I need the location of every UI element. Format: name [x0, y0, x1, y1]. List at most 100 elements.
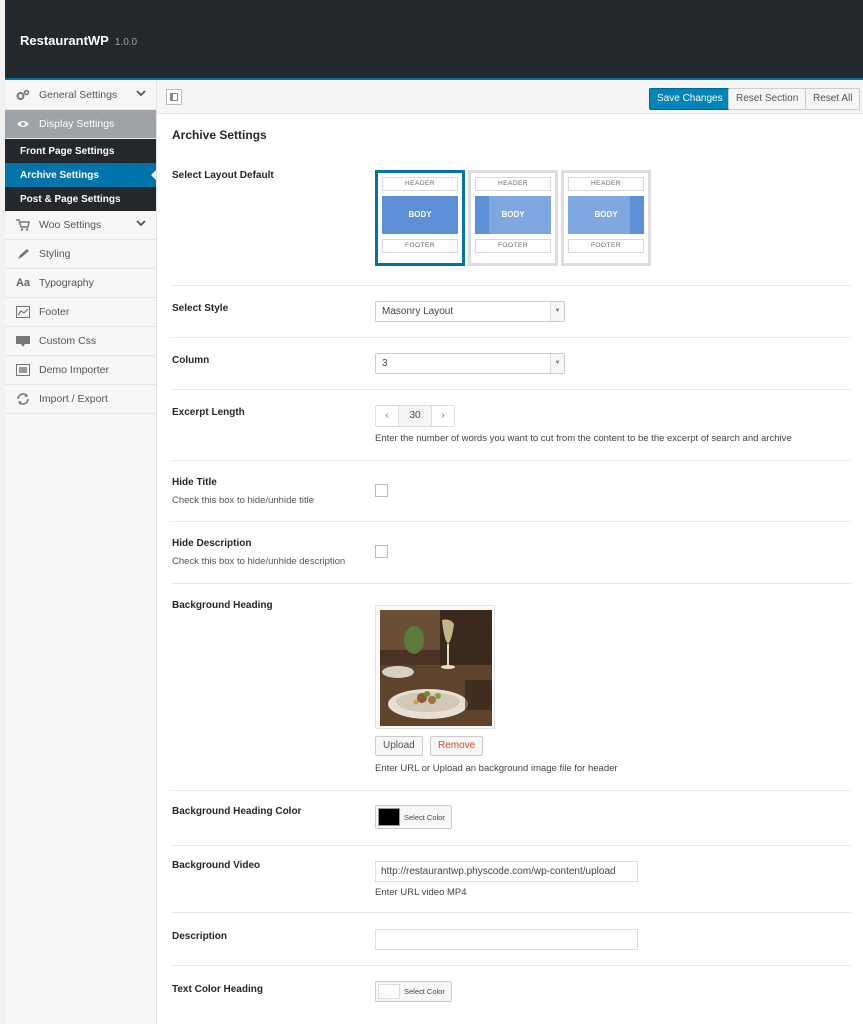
background-video-description: Enter URL video MP4 — [375, 887, 467, 898]
settings-panel: Archive Settings Select Layout Default H… — [157, 114, 863, 1024]
app-name: RestaurantWP — [20, 33, 109, 48]
submenu-item-post-page-settings[interactable]: Post & Page Settings — [5, 187, 156, 211]
app-version: 1.0.0 — [114, 37, 138, 48]
options-toolbar: Save Changes Reset Section Reset All — [157, 81, 863, 114]
excerpt-label: Excerpt Length — [172, 407, 245, 418]
reset-all-button[interactable]: Reset All — [805, 88, 861, 110]
sidebar-item-label: Import / Export — [39, 393, 108, 405]
chevron-down-icon[interactable] — [136, 89, 146, 100]
sidebar-item-label: Footer — [39, 306, 70, 318]
save-changes-button[interactable]: Save Changes — [649, 88, 731, 110]
background-heading-preview — [375, 605, 495, 729]
excerpt-stepper[interactable]: ‹ 30 › — [375, 405, 455, 427]
text-color-heading-label: Text Color Heading — [172, 984, 263, 995]
caret-down-icon: ▼ — [550, 354, 564, 373]
background-video-row: Background Video http://restaurantwp.phy… — [172, 846, 851, 913]
caret-down-icon: ▼ — [550, 302, 564, 321]
layout-body-label: BODY — [594, 210, 618, 219]
layout-label: Select Layout Default — [172, 170, 274, 181]
hide-title-label: Hide Title — [172, 477, 217, 488]
background-heading-image — [380, 610, 492, 726]
sidebar-item-import-export[interactable]: Import / Export — [5, 385, 156, 414]
hide-title-checkbox[interactable] — [375, 484, 388, 497]
column-select[interactable]: 3 ▼ — [375, 353, 565, 374]
upload-button[interactable]: Upload — [375, 736, 423, 756]
typography-icon: Aa — [15, 277, 31, 289]
display-settings-submenu: Front Page Settings Archive Settings Pos… — [5, 139, 156, 211]
background-heading-color-label: Background Heading Color — [172, 806, 302, 817]
sidebar: General Settings Display Settings Front … — [5, 81, 157, 1024]
background-heading-color-row: Background Heading Color Select Color — [172, 791, 851, 846]
layout-header-label: HEADER — [475, 177, 551, 191]
expand-icon — [170, 93, 178, 101]
increment-button[interactable]: › — [432, 406, 454, 426]
layout-body: BODY — [475, 196, 551, 234]
expand-options-button[interactable] — [166, 89, 182, 105]
sidebar-item-label: General Settings — [39, 89, 118, 101]
background-video-input[interactable]: http://restaurantwp.physcode.com/wp-cont… — [375, 861, 638, 882]
chevron-down-icon[interactable] — [136, 219, 146, 230]
sidebar-item-display-settings[interactable]: Display Settings — [5, 110, 156, 139]
cart-icon — [15, 218, 31, 232]
column-select-value: 3 — [382, 358, 388, 369]
layout-footer-label: FOOTER — [475, 239, 551, 253]
text-color-heading-row: Text Color Heading Select Color — [172, 966, 851, 1024]
hide-description-description: Check this box to hide/unhide descriptio… — [172, 556, 346, 567]
excerpt-row: Excerpt Length ‹ 30 › Enter the number o… — [172, 390, 851, 461]
color-swatch — [378, 808, 400, 826]
style-label: Select Style — [172, 303, 229, 314]
background-video-label: Background Video — [172, 860, 261, 871]
layout-option-right-sidebar[interactable]: HEADER BODY FOOTER — [561, 170, 651, 266]
select-color-label: Select Color — [404, 987, 445, 996]
background-heading-label: Background Heading — [172, 600, 273, 611]
submenu-item-label: Archive Settings — [20, 169, 99, 181]
text-color-heading-picker[interactable]: Select Color — [375, 981, 452, 1002]
sidebar-item-label: Display Settings — [39, 118, 115, 130]
submenu-item-archive-settings[interactable]: Archive Settings — [5, 163, 156, 187]
sidebar-item-demo-importer[interactable]: Demo Importer — [5, 356, 156, 385]
sidebar-item-typography[interactable]: Aa Typography — [5, 269, 156, 298]
page-title: Archive Settings — [172, 128, 267, 142]
column-label: Column — [172, 355, 210, 366]
layout-body: BODY — [568, 196, 644, 234]
layout-option-full-width[interactable]: HEADER BODY FOOTER — [375, 170, 465, 266]
remove-button[interactable]: Remove — [430, 736, 484, 756]
sidebar-item-footer[interactable]: Footer — [5, 298, 156, 327]
background-heading-row: Background Heading Upload Remove Enter U… — [172, 584, 851, 791]
excerpt-description: Enter the number of words you want to cu… — [375, 433, 792, 444]
submenu-item-label: Front Page Settings — [20, 145, 115, 157]
hide-description-checkbox[interactable] — [375, 545, 388, 558]
sidebar-item-styling[interactable]: Styling — [5, 240, 156, 269]
hide-description-label: Hide Description — [172, 538, 252, 549]
submenu-item-front-page-settings[interactable]: Front Page Settings — [5, 139, 156, 163]
submenu-item-label: Post & Page Settings — [20, 193, 121, 205]
hide-title-description: Check this box to hide/unhide title — [172, 495, 315, 506]
sidebar-item-woo-settings[interactable]: Woo Settings — [5, 211, 156, 240]
excerpt-value[interactable]: 30 — [398, 406, 432, 426]
layout-footer-label: FOOTER — [568, 239, 644, 253]
reset-section-button[interactable]: Reset Section — [728, 88, 807, 110]
layout-footer-label: FOOTER — [382, 239, 458, 253]
gears-icon — [15, 88, 31, 102]
importer-icon — [15, 363, 31, 377]
layout-sidebar-block — [475, 196, 489, 234]
description-input[interactable] — [375, 929, 638, 950]
column-row: Column 3 ▼ — [172, 338, 851, 390]
sidebar-item-label: Styling — [39, 248, 71, 260]
css-icon — [15, 334, 31, 348]
brush-icon — [15, 247, 31, 261]
layout-sidebar-block — [630, 196, 644, 234]
layout-option-left-sidebar[interactable]: HEADER BODY FOOTER — [468, 170, 558, 266]
hide-title-row: Hide Title Check this box to hide/unhide… — [172, 461, 851, 522]
layout-header-label: HEADER — [568, 177, 644, 191]
select-color-label: Select Color — [404, 812, 445, 822]
background-heading-color-picker[interactable]: Select Color — [375, 805, 452, 829]
sidebar-item-general-settings[interactable]: General Settings — [5, 81, 156, 110]
layout-body-label: BODY — [382, 196, 458, 234]
footer-chart-icon — [15, 305, 31, 319]
sidebar-item-custom-css[interactable]: Custom Css — [5, 327, 156, 356]
decrement-button[interactable]: ‹ — [376, 406, 398, 426]
app-title: RestaurantWP 1.0.0 — [20, 33, 137, 48]
style-select[interactable]: Masonry Layout ▼ — [375, 301, 565, 322]
sidebar-item-label: Custom Css — [39, 335, 97, 347]
